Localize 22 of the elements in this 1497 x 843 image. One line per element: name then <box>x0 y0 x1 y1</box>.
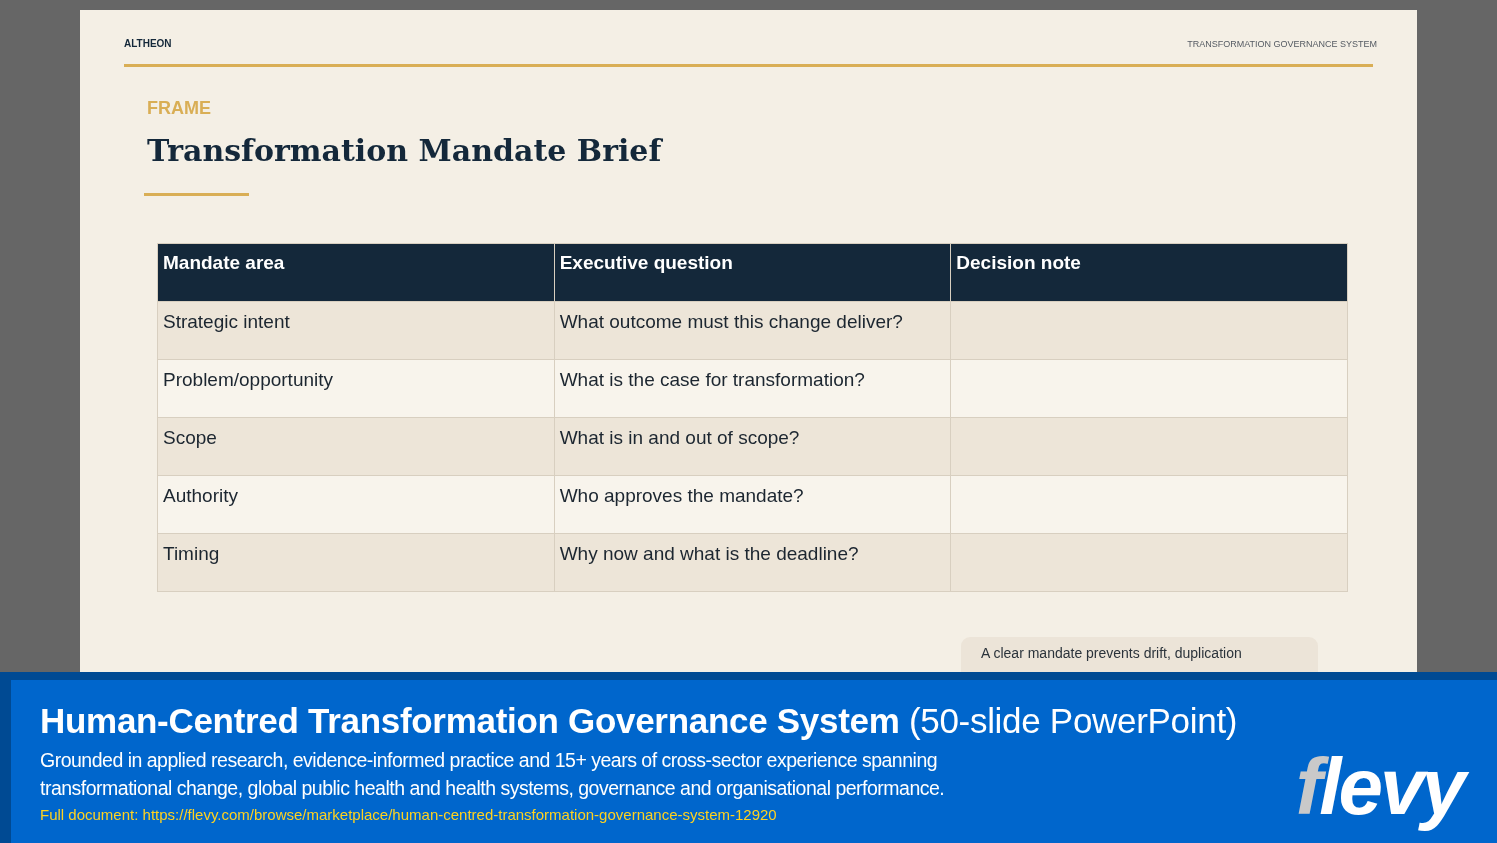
banner-description: Grounded in applied research, evidence-informed practice and 15+ years of cross-sector experience spanning transformational change, global public health and health systems, governance and organisational performance. <box>40 748 946 801</box>
table-cell: Authority <box>157 475 555 534</box>
table-cell: Strategic intent <box>157 301 555 360</box>
table-cell: Problem/opportunity <box>157 359 555 418</box>
column-header: Mandate area <box>157 243 555 302</box>
logo: flevy <box>1289 747 1475 831</box>
table-cell: Timing <box>157 533 555 592</box>
document-link[interactable]: Full document: https://flevy.com/browse/marketplace/human-centred-transformation-governance-system-12920 <box>40 804 777 827</box>
callout-note: A clear mandate prevents drift, duplication <box>981 646 1242 662</box>
table-cell: Who approves the mandate? <box>554 475 951 534</box>
section-label: FRAME <box>147 97 211 120</box>
header-title: TRANSFORMATION GOVERNANCE SYSTEM <box>1187 37 1377 51</box>
table-cell: Scope <box>157 417 555 476</box>
banner-title: Human-Centred Transformation Governance System (50-slide PowerPoint) <box>40 700 1238 742</box>
brand-name: ALTHEON <box>124 37 172 51</box>
table-cell: Why now and what is the deadline? <box>554 533 951 592</box>
table-cell: What is the case for transformation? <box>554 359 951 418</box>
table-cell: What outcome must this change deliver? <box>554 301 951 360</box>
column-header: Decision note <box>950 243 1348 302</box>
column-header: Executive question <box>554 243 951 302</box>
table-cell: What is in and out of scope? <box>554 417 951 476</box>
slide-title: Transformation Mandate Brief <box>147 132 662 170</box>
